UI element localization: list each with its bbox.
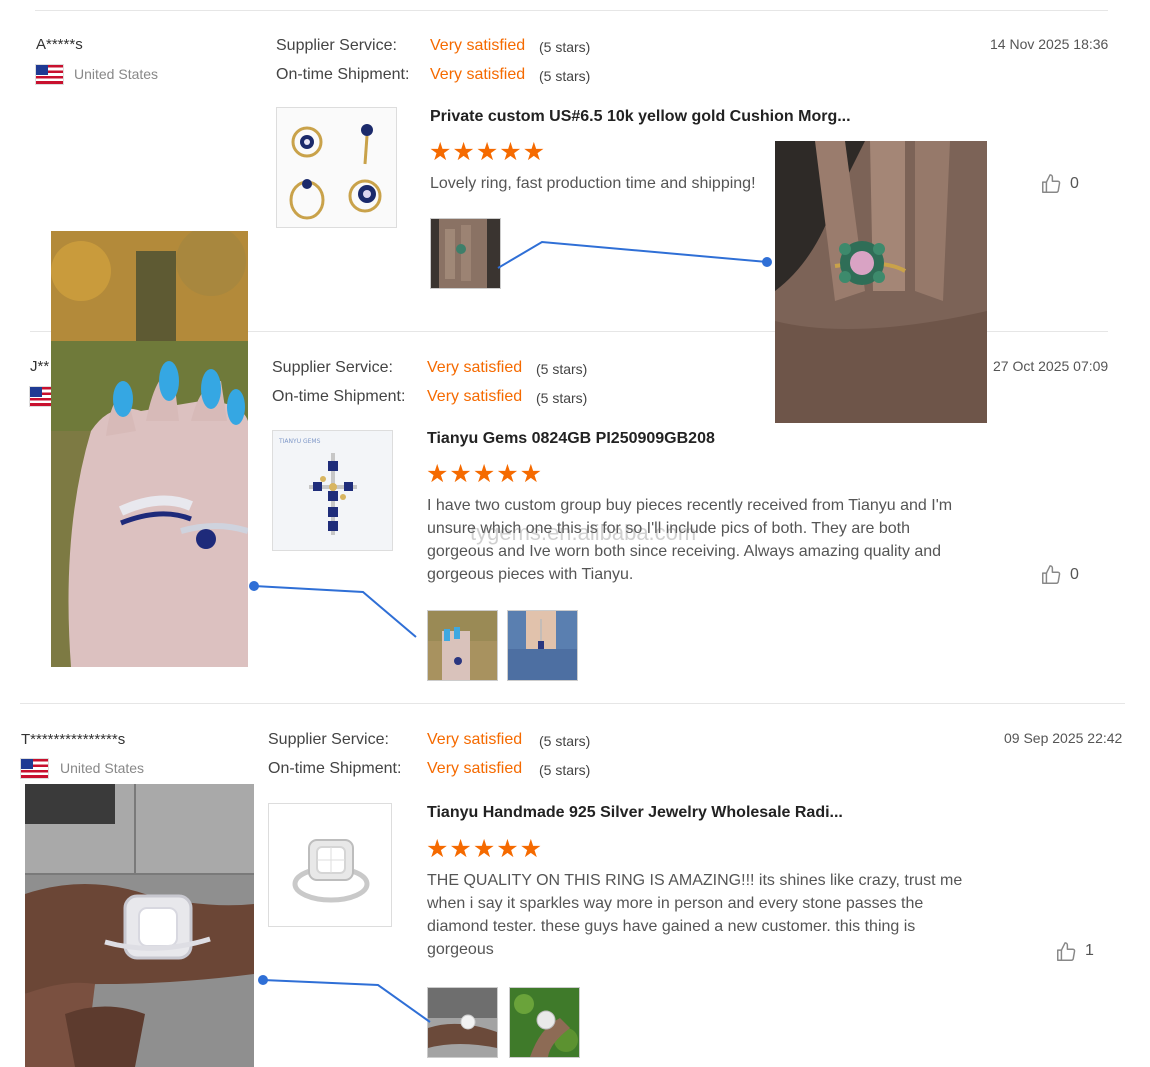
connector-line-2 bbox=[253, 585, 417, 638]
connector-dot-3 bbox=[258, 975, 268, 985]
connector-dot-2 bbox=[249, 581, 259, 591]
connector-line-3 bbox=[262, 979, 431, 1023]
connector-line-1 bbox=[497, 240, 768, 269]
connector-dot-1 bbox=[762, 257, 772, 267]
connector-lines bbox=[249, 240, 772, 1023]
